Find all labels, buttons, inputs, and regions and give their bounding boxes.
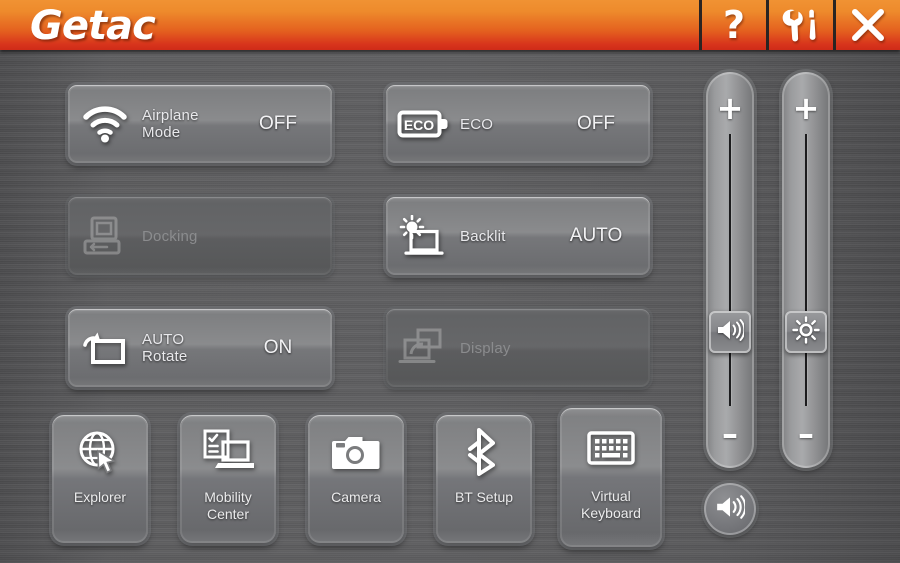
brightness-icon [792,315,820,349]
sun-laptop-icon [386,215,460,257]
app-button-explorer[interactable]: Explorer [52,415,148,543]
toggle-airplane-mode[interactable]: Airplane Mode OFF [68,85,332,163]
toggle-docking: Docking [68,197,332,275]
getac-logo: Getac [30,3,156,49]
toggle-label: Display [460,339,511,357]
speaker-icon [715,494,747,525]
app-label: Virtual Keyboard [581,488,641,521]
volume-slider-track[interactable] [729,134,731,406]
toggle-backlit[interactable]: Backlit AUTO [386,197,650,275]
brightness-slider-track[interactable] [805,134,807,406]
toggle-label: Airplane Mode [142,107,199,141]
volume-slider-thumb[interactable] [709,311,751,353]
volume-increase-icon[interactable]: + [706,92,754,124]
help-button[interactable]: ? [699,0,766,50]
main-panel: Airplane Mode OFF ECO ECO OFF Docking Ba… [0,50,900,563]
toggle-eco[interactable]: ECO ECO OFF [386,85,650,163]
app-button-virtual-keyboard[interactable]: Virtual Keyboard [560,408,662,547]
wifi-signal-icon [68,105,142,143]
eco-battery-icon: ECO [386,107,460,141]
brightness-increase-icon[interactable]: + [782,92,830,124]
toggle-label: AUTO Rotate [142,331,188,365]
volume-slider[interactable]: + – [706,72,754,468]
camera-icon [331,415,381,489]
getac-quick-settings-window: Getac ? Airplane Mode OFF ECO ECO OFF Do… [0,0,900,563]
close-button[interactable] [833,0,900,50]
wrench-screwdriver-icon [782,8,820,42]
dual-display-icon [386,327,460,369]
title-bar: Getac ? [0,0,900,50]
mute-button[interactable] [704,483,756,535]
question-mark-icon: ? [722,3,746,47]
toggle-label: Docking [142,227,198,245]
globe-cursor-icon [76,415,124,489]
app-button-camera[interactable]: Camera [308,415,404,543]
brightness-decrease-icon[interactable]: – [782,418,830,450]
svg-text:ECO: ECO [404,117,434,133]
toggle-label: Backlit [460,227,506,245]
keyboard-icon [587,408,635,488]
tools-button[interactable] [766,0,833,50]
close-x-icon [850,7,886,43]
bluetooth-icon [465,415,503,489]
brightness-slider-thumb[interactable] [785,311,827,353]
toggle-label: ECO [460,115,494,133]
app-label: Camera [331,489,381,505]
app-label: Mobility Center [204,489,252,522]
toggle-value: OFF [577,113,615,134]
checklist-laptop-icon [202,415,254,489]
app-button-mobility-center[interactable]: Mobility Center [180,415,276,543]
app-button-bt-setup[interactable]: BT Setup [436,415,532,543]
toggle-value: ON [263,337,293,358]
title-bar-buttons: ? [699,0,900,50]
toggle-value: AUTO [569,225,623,246]
rotate-screen-icon [68,328,142,368]
speaker-icon [716,318,746,347]
app-label: BT Setup [454,489,514,505]
volume-decrease-icon[interactable]: – [706,418,754,450]
docking-station-icon [68,216,142,256]
toggle-auto-rotate[interactable]: AUTO Rotate ON [68,309,332,387]
brightness-slider[interactable]: + – [782,72,830,468]
toggle-value: OFF [259,113,297,134]
toggle-display: Display [386,309,650,387]
app-label: Explorer [73,489,127,505]
